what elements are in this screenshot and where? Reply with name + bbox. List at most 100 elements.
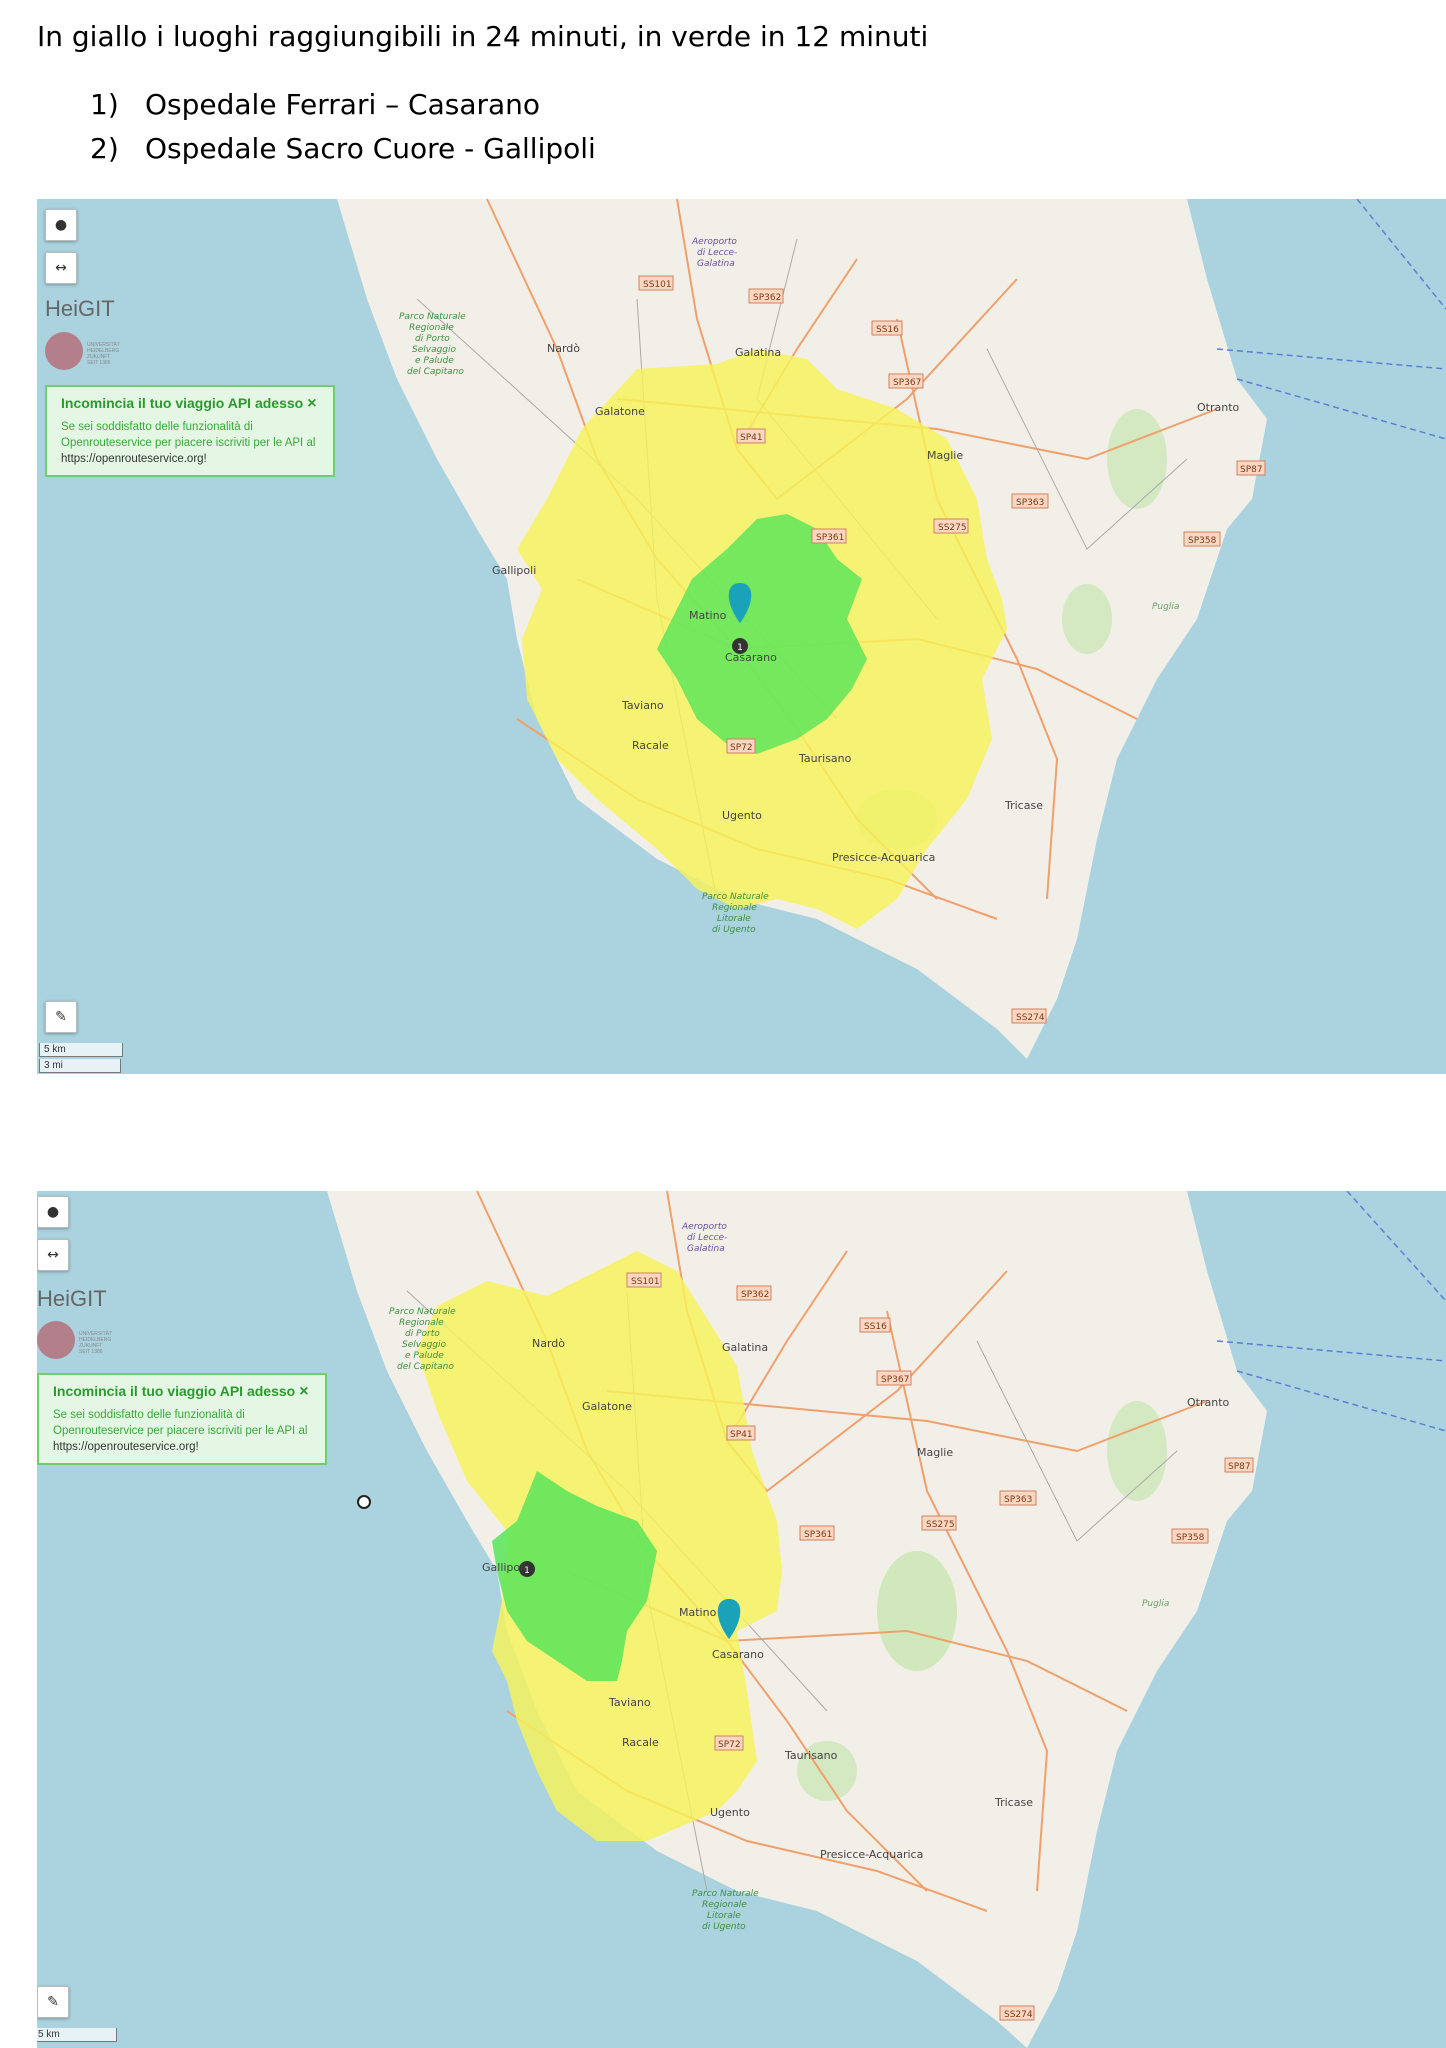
town-label: Presicce-Acquarica bbox=[832, 851, 935, 864]
town-label: Maglie bbox=[927, 449, 963, 462]
arrows-horizontal-icon: ↔ bbox=[47, 1247, 59, 1263]
region-label: Puglia bbox=[1152, 602, 1179, 612]
road-shield: SP87 bbox=[1240, 465, 1263, 475]
list-number: 2) bbox=[90, 132, 119, 165]
map-pin-icon: ● bbox=[46, 1204, 60, 1220]
airport-label: Galatina bbox=[697, 259, 735, 269]
park-label: Parco Naturale bbox=[702, 892, 769, 902]
road-shield: SP362 bbox=[741, 1290, 769, 1300]
hospital-name: Ospedale Ferrari – Casarano bbox=[145, 88, 541, 121]
scale-bar-mi: 3 mi bbox=[39, 1059, 121, 1073]
pencil-icon: ✎ bbox=[47, 1994, 59, 2010]
town-label: Maglie bbox=[917, 1446, 953, 1459]
page-heading: In giallo i luoghi raggiungibili in 24 m… bbox=[37, 20, 929, 53]
park-area bbox=[1107, 1401, 1167, 1501]
isochrone-map-casarano[interactable]: 1 Aeroporto di Lecce- Galatina Nardò Gal… bbox=[37, 199, 1446, 1074]
road-shield: SS275 bbox=[938, 523, 967, 533]
hospital-list: 1) Ospedale Ferrari – Casarano 2) Ospedale… bbox=[90, 88, 596, 176]
university-seal bbox=[37, 1321, 75, 1359]
town-label: Racale bbox=[622, 1736, 659, 1749]
park-label: Litorale bbox=[717, 914, 751, 924]
list-item: 2) Ospedale Sacro Cuore - Gallipoli bbox=[90, 132, 596, 176]
road-shield: SP41 bbox=[730, 1430, 753, 1440]
scale-bar-km: 5 km bbox=[37, 2028, 117, 2042]
road-shield: SP361 bbox=[804, 1530, 832, 1540]
town-label: Galatina bbox=[722, 1341, 768, 1354]
town-label: Nardò bbox=[547, 342, 580, 355]
park-label: di Porto bbox=[415, 334, 450, 344]
list-item: 1) Ospedale Ferrari – Casarano bbox=[90, 88, 596, 132]
promo-link[interactable]: https://openrouteservice.org! bbox=[53, 1441, 199, 1453]
road-shield: SS274 bbox=[1004, 2010, 1033, 2020]
park-label: del Capitano bbox=[407, 367, 464, 377]
town-label: Tricase bbox=[1004, 799, 1043, 812]
promo-title: Incomincia il tuo viaggio API adesso bbox=[53, 1383, 296, 1399]
park-label: Selvaggio bbox=[402, 1340, 447, 1350]
town-label: Galatone bbox=[582, 1400, 632, 1413]
seal-text: UNIVERSITÄT HEIDELBERG ZUKUNFT SEIT 1386 bbox=[87, 342, 120, 366]
town-label: Galatone bbox=[595, 405, 645, 418]
scale-bar-km: 5 km bbox=[39, 1043, 123, 1057]
promo-link[interactable]: https://openrouteservice.org! bbox=[61, 453, 207, 465]
park-label: Parco Naturale bbox=[692, 1889, 759, 1899]
hospital-name: Ospedale Sacro Cuore - Gallipoli bbox=[145, 132, 596, 165]
api-promo-panel: Incomincia il tuo viaggio API adesso × Se… bbox=[45, 385, 335, 477]
road-shield: SP41 bbox=[740, 433, 763, 443]
town-label: Taurisano bbox=[784, 1749, 838, 1762]
town-label: Taurisano bbox=[798, 752, 852, 765]
measure-button[interactable]: ↔ bbox=[37, 1239, 69, 1271]
list-number: 1) bbox=[90, 88, 119, 121]
road-shield: SS274 bbox=[1016, 1013, 1045, 1023]
park-area bbox=[1107, 409, 1167, 509]
park-label: Regionale bbox=[702, 1900, 747, 1910]
park-label: Regionale bbox=[409, 323, 454, 333]
park-label: e Palude bbox=[405, 1351, 444, 1361]
town-label: Racale bbox=[632, 739, 669, 752]
heigit-logo: HeiGIT bbox=[37, 1286, 107, 1311]
road-shield: SP362 bbox=[753, 293, 781, 303]
park-label: del Capitano bbox=[397, 1362, 454, 1372]
road-shield: SP363 bbox=[1004, 1495, 1032, 1505]
road-shield: SP358 bbox=[1188, 536, 1217, 546]
town-label: Otranto bbox=[1197, 401, 1240, 414]
town-label: Matino bbox=[689, 609, 727, 622]
heigit-logo: HeiGIT bbox=[45, 296, 115, 321]
road-shield: SS16 bbox=[876, 325, 899, 335]
university-seal bbox=[45, 332, 83, 370]
park-area bbox=[1062, 584, 1112, 654]
seal-text: UNIVERSITÄT HEIDELBERG ZUKUNFT SEIT 1386 bbox=[79, 1331, 112, 1355]
park-label: Regionale bbox=[399, 1318, 444, 1328]
locate-button[interactable]: ● bbox=[45, 209, 77, 241]
arrows-horizontal-icon: ↔ bbox=[55, 260, 67, 276]
close-icon[interactable]: × bbox=[307, 395, 316, 412]
close-icon[interactable]: × bbox=[299, 1383, 308, 1400]
town-label: Nardò bbox=[532, 1337, 565, 1350]
road-shield: SS16 bbox=[864, 1322, 887, 1332]
promo-text: Se sei soddisfatto delle funzionalità di… bbox=[53, 1409, 308, 1437]
road-shield: SP361 bbox=[816, 533, 844, 543]
road-shield: SP87 bbox=[1228, 1462, 1251, 1472]
park-label: Parco Naturale bbox=[399, 312, 466, 322]
park-label: e Palude bbox=[415, 356, 454, 366]
park-label: Parco Naturale bbox=[389, 1307, 456, 1317]
map-canvas[interactable]: 1 Aeroporto di Lecce- Galatina Nardò Gal… bbox=[37, 1191, 1446, 2048]
road-shield: SP72 bbox=[718, 1740, 741, 1750]
park-label: di Porto bbox=[405, 1329, 440, 1339]
promo-text: Se sei soddisfatto delle funzionalità di… bbox=[61, 421, 316, 449]
measure-button[interactable]: ↔ bbox=[45, 252, 77, 284]
road-shield: SP367 bbox=[881, 1375, 909, 1385]
airport-label: Aeroporto bbox=[681, 1222, 727, 1232]
road-shield: SP358 bbox=[1176, 1533, 1205, 1543]
road-shield: SS101 bbox=[631, 1277, 660, 1287]
isochrone-map-gallipoli[interactable]: 1 Aeroporto di Lecce- Galatina Nardò Gal… bbox=[37, 1191, 1446, 2048]
town-label: Matino bbox=[679, 1606, 717, 1619]
town-label: Ugento bbox=[722, 809, 762, 822]
draw-button[interactable]: ✎ bbox=[45, 1001, 77, 1033]
town-label: Gallipoli bbox=[482, 1561, 526, 1574]
map-canvas[interactable]: 1 Aeroporto di Lecce- Galatina Nardò Gal… bbox=[37, 199, 1446, 1074]
road-shield: SS101 bbox=[643, 280, 672, 290]
locate-button[interactable]: ● bbox=[37, 1196, 69, 1228]
draw-button[interactable]: ✎ bbox=[37, 1986, 69, 2018]
town-label: Casarano bbox=[725, 651, 777, 664]
airport-label: di Lecce- bbox=[697, 248, 737, 258]
